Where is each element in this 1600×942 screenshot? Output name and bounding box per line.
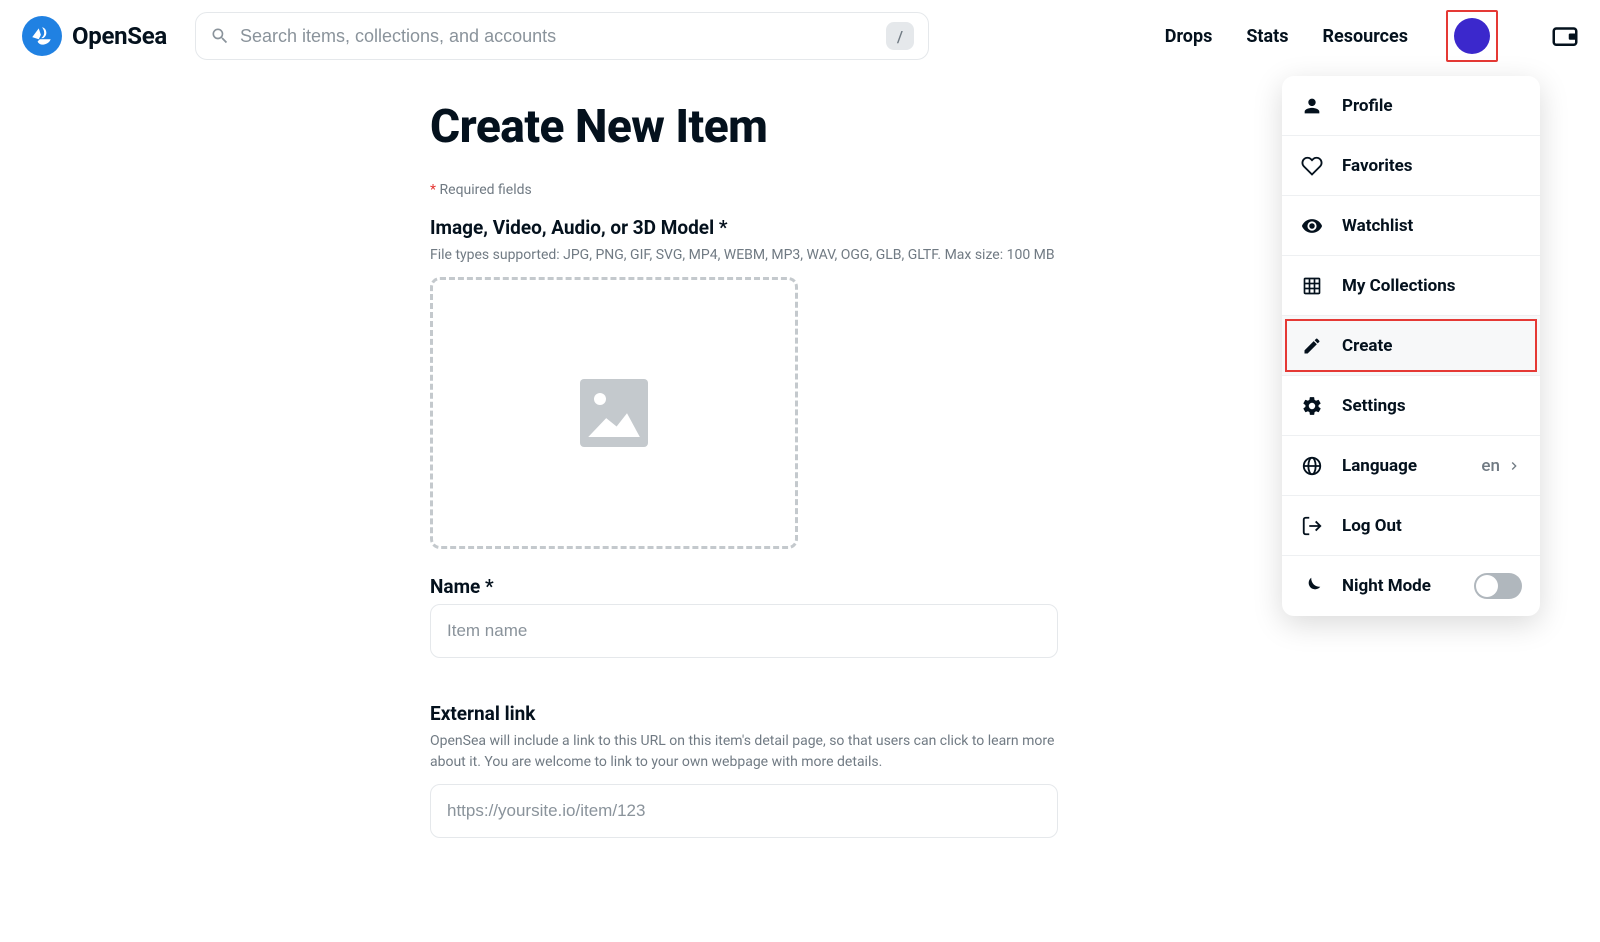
eye-icon	[1300, 215, 1324, 237]
language-value-wrap: en	[1481, 456, 1522, 476]
nav-drops[interactable]: Drops	[1165, 26, 1213, 47]
menu-watchlist[interactable]: Watchlist	[1282, 196, 1540, 256]
menu-profile[interactable]: Profile	[1282, 76, 1540, 136]
avatar[interactable]	[1454, 18, 1490, 54]
page-title: Create New Item	[430, 100, 1058, 154]
menu-create[interactable]: Create	[1282, 316, 1540, 376]
menu-label: Log Out	[1342, 516, 1402, 536]
search-input[interactable]	[240, 26, 876, 47]
grid-icon	[1300, 276, 1324, 296]
search-bar[interactable]: /	[195, 12, 929, 60]
menu-label: Watchlist	[1342, 216, 1413, 236]
media-dropzone[interactable]	[430, 277, 798, 549]
heart-icon	[1300, 155, 1324, 177]
media-help: File types supported: JPG, PNG, GIF, SVG…	[430, 245, 1058, 265]
chevron-right-icon	[1506, 458, 1522, 474]
create-item-form: Create New Item * Required fields Image,…	[430, 100, 1058, 864]
avatar-highlight	[1446, 10, 1498, 62]
menu-language[interactable]: Language en	[1282, 436, 1540, 496]
required-note: * Required fields	[430, 182, 1058, 198]
night-mode-toggle[interactable]	[1474, 573, 1522, 599]
menu-my-collections[interactable]: My Collections	[1282, 256, 1540, 316]
globe-icon	[1300, 455, 1324, 477]
external-link-help: OpenSea will include a link to this URL …	[430, 731, 1058, 772]
logout-icon	[1300, 515, 1324, 537]
wallet-icon	[1550, 21, 1580, 51]
menu-label: Favorites	[1342, 156, 1413, 176]
menu-settings[interactable]: Settings	[1282, 376, 1540, 436]
menu-label: Language	[1342, 456, 1417, 476]
brand-logo-link[interactable]: OpenSea	[22, 16, 167, 56]
menu-logout[interactable]: Log Out	[1282, 496, 1540, 556]
menu-label: Profile	[1342, 96, 1393, 116]
nav-stats[interactable]: Stats	[1246, 26, 1288, 47]
image-placeholder-icon	[580, 379, 648, 447]
required-text: Required fields	[440, 182, 532, 198]
search-icon	[210, 26, 230, 46]
opensea-logo-icon	[22, 16, 62, 56]
media-label: Image, Video, Audio, or 3D Model *	[430, 216, 1058, 239]
menu-night-mode[interactable]: Night Mode	[1282, 556, 1540, 616]
header: OpenSea / Drops Stats Resources	[0, 0, 1600, 72]
gear-icon	[1300, 395, 1324, 417]
account-dropdown: Profile Favorites Watchlist My Collectio…	[1282, 76, 1540, 616]
moon-icon	[1300, 575, 1324, 597]
wallet-button[interactable]	[1550, 21, 1580, 51]
required-star: *	[430, 182, 436, 198]
name-label: Name *	[430, 575, 1058, 598]
external-link-label: External link	[430, 702, 1058, 725]
language-value: en	[1481, 456, 1500, 476]
menu-label: Night Mode	[1342, 576, 1431, 596]
menu-label: Create	[1342, 336, 1392, 356]
nav-links: Drops Stats Resources	[1165, 10, 1580, 62]
external-link-input[interactable]	[430, 784, 1058, 838]
nav-resources[interactable]: Resources	[1322, 26, 1408, 47]
brand-name: OpenSea	[72, 22, 167, 50]
name-input[interactable]	[430, 604, 1058, 658]
person-icon	[1300, 95, 1324, 117]
menu-label: Settings	[1342, 396, 1406, 416]
menu-favorites[interactable]: Favorites	[1282, 136, 1540, 196]
menu-label: My Collections	[1342, 276, 1456, 296]
search-shortcut-badge: /	[886, 22, 914, 50]
pencil-icon	[1300, 336, 1324, 356]
